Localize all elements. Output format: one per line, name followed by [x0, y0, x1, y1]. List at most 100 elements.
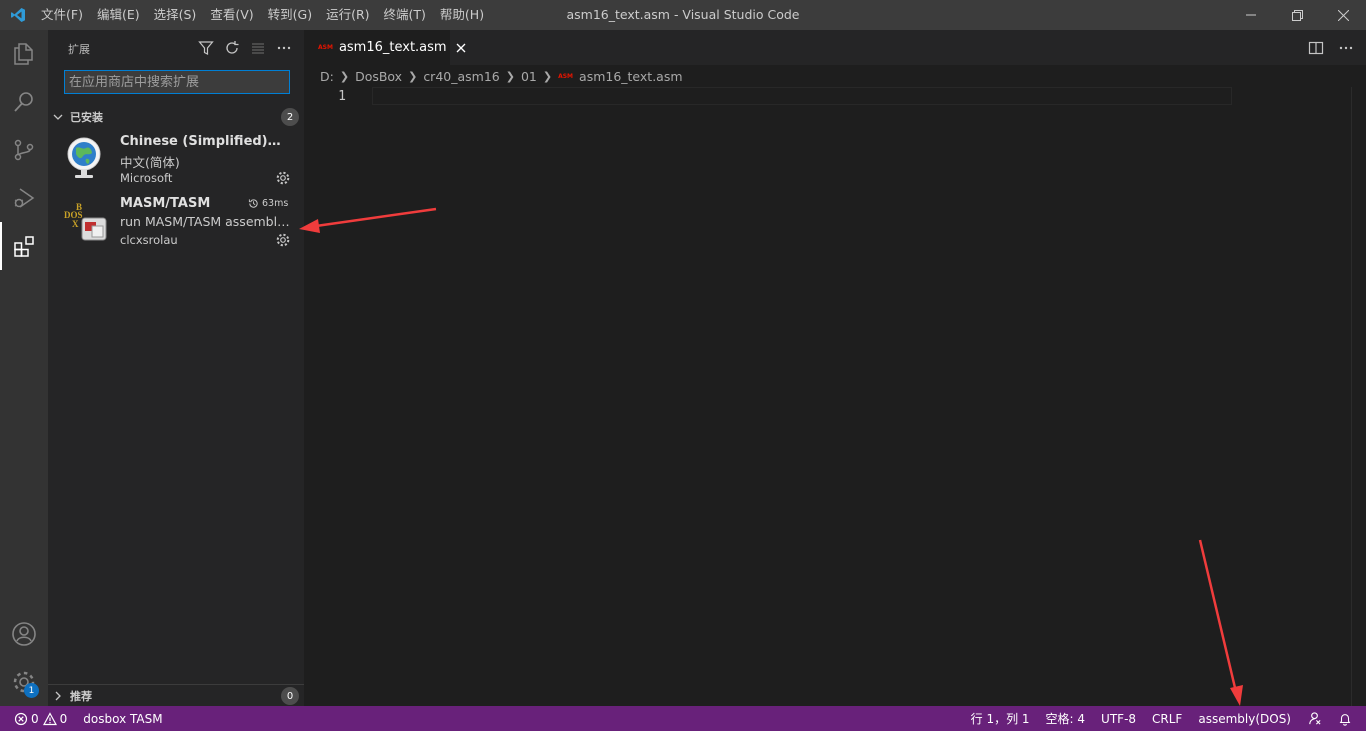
breadcrumb-item[interactable]: D: — [320, 69, 334, 84]
menu-file[interactable]: 文件(F) — [35, 0, 91, 30]
extension-description: 中文(简体) — [120, 155, 180, 170]
warning-count: 0 — [59, 711, 68, 726]
code-editor[interactable]: 1 — [304, 87, 1366, 706]
editor-tabs: ASM asm16_text.asm — [304, 30, 1366, 65]
dosbox-logo-icon: B DOS X — [62, 196, 110, 244]
asm-file-icon: ASM — [318, 44, 333, 51]
activity-accounts[interactable] — [0, 610, 48, 658]
refresh-button[interactable] — [222, 38, 242, 58]
end-of-line[interactable]: CRLF — [1152, 712, 1182, 726]
filter-icon — [198, 41, 214, 55]
menu-go[interactable]: 转到(G) — [262, 0, 320, 30]
tab-asm16-text[interactable]: ASM asm16_text.asm — [304, 30, 466, 65]
history-icon — [248, 199, 258, 208]
accounts-icon — [12, 622, 36, 646]
activity-bar: 1 — [0, 30, 48, 706]
restore-icon — [1291, 9, 1303, 21]
extension-manage-button[interactable] — [275, 232, 291, 248]
menu-help[interactable]: 帮助(H) — [434, 0, 492, 30]
activity-search[interactable] — [0, 78, 48, 126]
activation-time-label: 63ms — [262, 198, 289, 209]
notifications-button[interactable] — [1338, 712, 1352, 726]
close-window-button[interactable] — [1320, 0, 1366, 30]
tab-close-button[interactable] — [456, 40, 466, 56]
extension-search-input[interactable]: 在应用商店中搜索扩展 — [64, 70, 290, 94]
restore-button[interactable] — [1274, 0, 1320, 30]
extension-publisher: clcxsrolau — [120, 233, 178, 247]
asm-file-icon: ASM — [558, 72, 574, 80]
installed-count-badge: 2 — [281, 108, 299, 126]
installed-section-header[interactable]: 已安装 2 — [48, 106, 304, 128]
chevron-right-icon: ❯ — [505, 69, 515, 83]
more-actions-button[interactable] — [274, 38, 294, 58]
chevron-right-icon — [55, 691, 61, 701]
split-editor-icon — [1308, 41, 1324, 55]
feedback-button[interactable] — [1307, 711, 1322, 726]
breadcrumb-item[interactable]: asm16_text.asm — [579, 69, 683, 84]
menu-view[interactable]: 查看(V) — [204, 0, 261, 30]
minimize-button[interactable] — [1228, 0, 1274, 30]
breadcrumb-item[interactable]: 01 — [521, 69, 537, 84]
menu-selection[interactable]: 选择(S) — [148, 0, 205, 30]
source-control-icon — [14, 139, 34, 161]
menu-terminal[interactable]: 终端(T) — [378, 0, 434, 30]
editor-scrollbar[interactable] — [1351, 87, 1366, 706]
error-icon — [14, 712, 28, 725]
activation-time: 63ms — [248, 198, 288, 209]
tab-label: asm16_text.asm — [338, 40, 447, 55]
activity-manage[interactable]: 1 — [0, 658, 48, 706]
sidebar-title: 扩展 — [68, 43, 90, 56]
feedback-icon — [1309, 712, 1321, 725]
breadcrumb-item[interactable]: DosBox — [355, 69, 402, 84]
gear-icon — [276, 171, 290, 185]
extension-name: Chinese (Simplified) Language Pack for V… — [120, 134, 285, 149]
more-editor-actions-button[interactable] — [1336, 38, 1356, 58]
bell-icon — [1339, 713, 1351, 726]
close-icon — [456, 43, 466, 52]
dosbox-status[interactable]: dosbox TASM — [83, 712, 162, 726]
warning-icon — [42, 711, 57, 725]
recommended-label: 推荐 — [70, 690, 92, 703]
activity-source-control[interactable] — [0, 126, 48, 174]
editor-actions — [1306, 38, 1356, 58]
cursor-position[interactable]: 行 1，列 1 — [971, 710, 1030, 727]
minimize-icon — [1246, 14, 1256, 16]
extension-manage-button[interactable] — [275, 170, 291, 186]
error-count: 0 — [31, 711, 39, 726]
indentation[interactable]: 空格: 4 — [1046, 710, 1086, 727]
close-icon — [1337, 9, 1349, 21]
search-icon — [14, 92, 33, 112]
clear-all-icon — [252, 43, 264, 54]
sidebar-header: 扩展 — [48, 30, 304, 65]
recommended-section-header[interactable]: 推荐 0 — [48, 684, 304, 707]
activity-run-debug[interactable] — [0, 174, 48, 222]
globe-icon — [62, 134, 110, 182]
chevron-right-icon: ❯ — [339, 69, 350, 83]
extension-publisher: Microsoft — [120, 171, 173, 185]
chevron-right-icon: ❯ — [408, 69, 418, 83]
chevron-right-icon: ❯ — [542, 69, 553, 83]
extension-item-chinese[interactable]: Chinese (Simplified) Language Pack for V… — [48, 128, 304, 190]
extension-item-masm-tasm[interactable]: B DOS X MASM/TASM 63ms run MASM/TASM assem… — [48, 190, 304, 252]
menu-run[interactable]: 运行(R) — [320, 0, 377, 30]
language-mode[interactable]: assembly(DOS) — [1198, 712, 1291, 726]
window-controls — [1228, 0, 1366, 30]
encoding[interactable]: UTF-8 — [1101, 712, 1136, 726]
problems-status[interactable]: 0 0 — [14, 712, 67, 726]
breadcrumb-item[interactable]: cr40_asm16 — [423, 69, 499, 84]
status-bar: 0 0 dosbox TASM 行 1，列 1 空格: 4 UTF-8 CRLF… — [0, 706, 1366, 731]
menu-edit[interactable]: 编辑(E) — [91, 0, 148, 30]
sidebar-actions — [196, 38, 294, 58]
title-bar: 文件(F) 编辑(E) 选择(S) 查看(V) 转到(G) 运行(R) 终端(T… — [0, 0, 1366, 30]
filter-button[interactable] — [196, 38, 216, 58]
ellipsis-icon — [1339, 46, 1353, 50]
activity-explorer[interactable] — [0, 30, 48, 78]
clear-button[interactable] — [248, 38, 268, 58]
manage-badge: 1 — [24, 683, 39, 698]
vscode-logo-icon — [0, 0, 35, 30]
explorer-icon — [14, 43, 33, 65]
line-number: 1 — [338, 89, 346, 104]
split-editor-button[interactable] — [1306, 38, 1326, 58]
status-right: 行 1，列 1 空格: 4 UTF-8 CRLF assembly(DOS) — [971, 706, 1366, 731]
activity-extensions[interactable] — [0, 222, 48, 270]
